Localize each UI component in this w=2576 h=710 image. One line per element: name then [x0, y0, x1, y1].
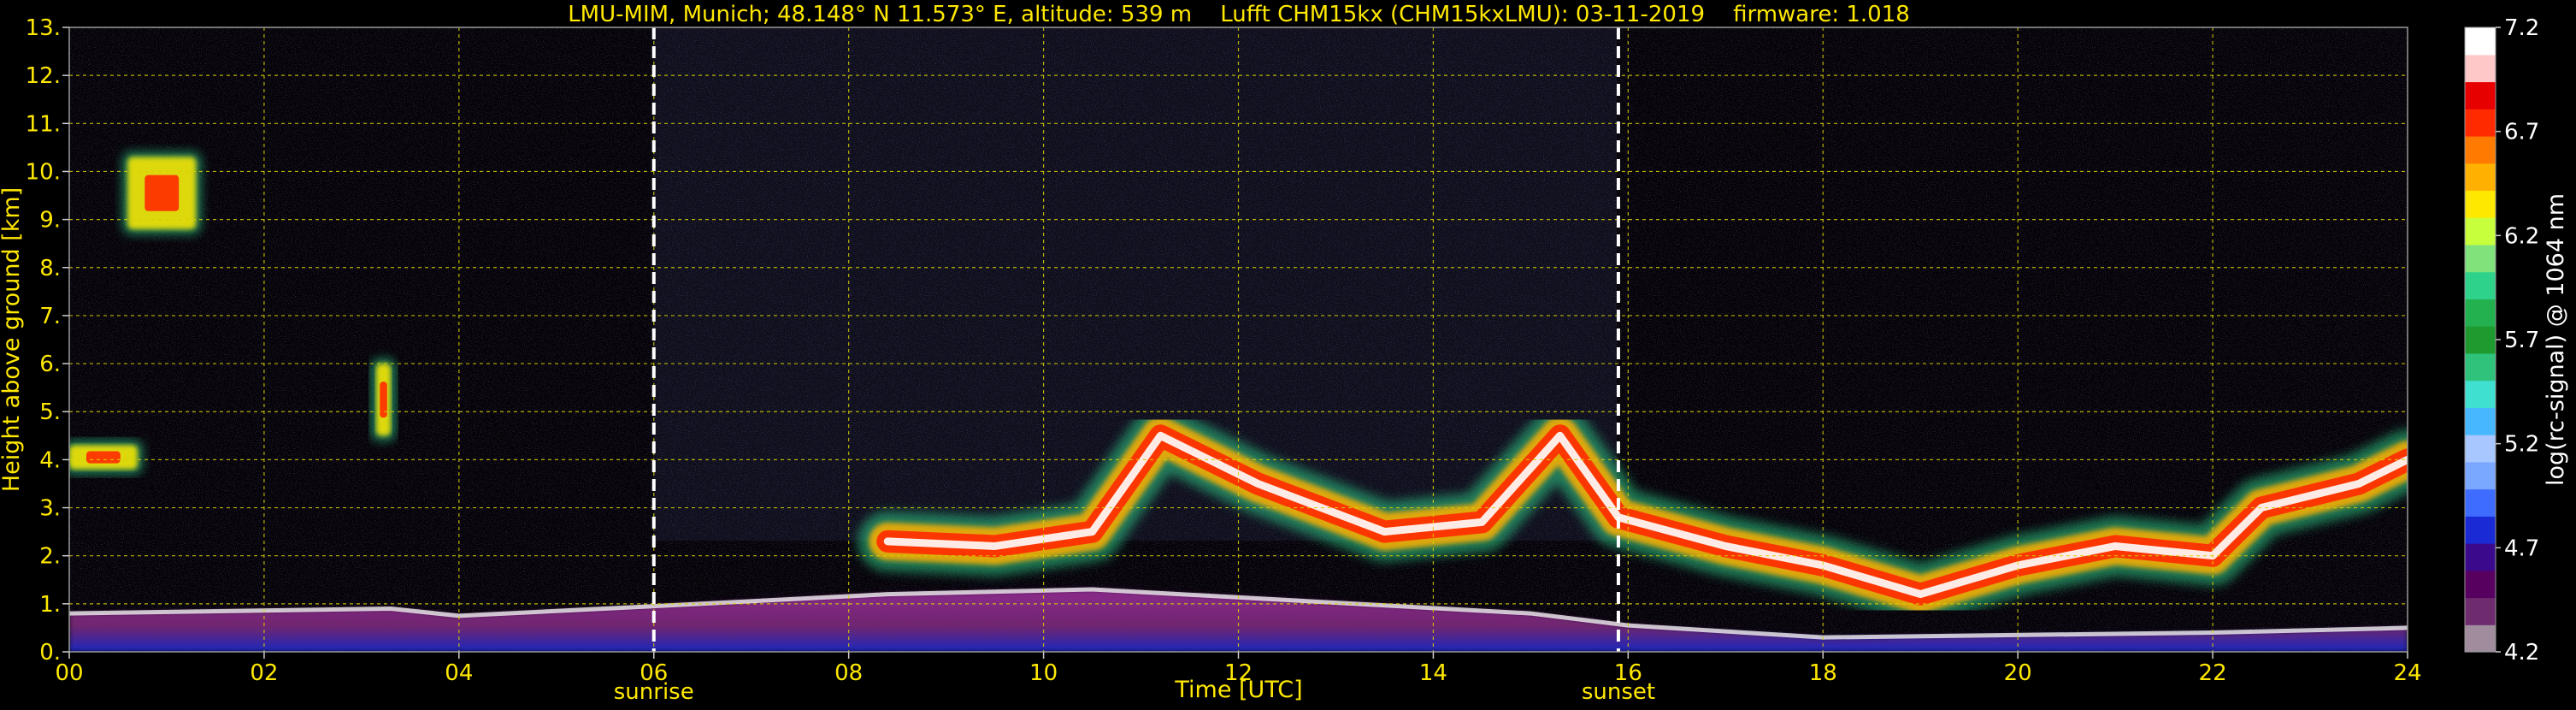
- colorbar-tick-label: 6.7: [2504, 120, 2539, 145]
- ceilometer-chart: sunrise sunset 00 02 04 06 08 10 12 14 16 18 20 22 24…: [0, 2, 2569, 705]
- cloud-core: [85, 451, 121, 464]
- colorbar-segment: [2465, 570, 2496, 599]
- y-tick-label: 12.: [26, 63, 61, 89]
- x-tick-label: 10: [1029, 660, 1058, 686]
- colorbar-segment: [2465, 488, 2496, 517]
- colorbar-segment: [2465, 543, 2496, 571]
- colorbar: 7.2 6.7 6.2 5.7 5.2 4.7 4.2: [2464, 15, 2539, 666]
- cloud-core: [144, 175, 180, 211]
- y-tick-label: 10.: [26, 159, 61, 185]
- colorbar-segment: [2465, 244, 2496, 273]
- x-tick-label: 04: [445, 660, 473, 686]
- colorbar-segment: [2465, 163, 2496, 192]
- colorbar-segment: [2465, 299, 2496, 327]
- y-tick-label: 8.: [39, 256, 61, 281]
- colorbar-segment: [2465, 217, 2496, 246]
- x-tick-label: 16: [1614, 660, 1642, 686]
- colorbar-segment: [2465, 352, 2496, 382]
- y-tick-label: 9.: [39, 208, 61, 234]
- colorbar-segment: [2465, 271, 2496, 299]
- y-tick-label: 0.: [39, 640, 61, 666]
- y-axis-label: Height above ground [km]: [0, 187, 25, 492]
- colorbar-segment: [2465, 54, 2496, 83]
- colorbar-tick-label: 5.7: [2504, 328, 2539, 353]
- y-tick-label: 2.: [39, 544, 61, 570]
- colorbar-segment: [2465, 380, 2496, 408]
- chart-title: LMU-MIM, Munich; 48.148° N 11.573° E, al…: [568, 2, 1910, 27]
- x-tick-label: 02: [250, 660, 278, 686]
- x-tick-label: 06: [640, 660, 668, 686]
- colorbar-label: log(rc-signal) @ 1064 nm: [2543, 193, 2569, 486]
- y-tick-label: 13.: [26, 15, 61, 41]
- x-tick-label: 14: [1419, 660, 1447, 686]
- colorbar-segment: [2465, 407, 2496, 435]
- y-tick-label: 11.: [26, 111, 61, 137]
- colorbar-tick-label: 4.7: [2504, 535, 2539, 561]
- y-tick-label: 1.: [39, 592, 61, 618]
- x-tick-label: 08: [834, 660, 863, 686]
- colorbar-segment: [2465, 516, 2496, 544]
- y-tick-label: 5.: [39, 399, 61, 425]
- colorbar-segment: [2465, 435, 2496, 463]
- colorbar-segment: [2465, 624, 2496, 653]
- colorbar-segment: [2465, 27, 2496, 56]
- y-axis: 0. 1. 2. 3. 4. 5. 6. 7. 8. 9. 10. 11. 12. 13.: [26, 15, 69, 666]
- x-tick-label: 18: [1809, 660, 1837, 686]
- colorbar-segment: [2465, 326, 2496, 354]
- ceilometer-figure: sunrise sunset 00 02 04 06 08 10 12 14 16 18 20 22 24…: [0, 0, 2576, 707]
- colorbar-tick-label: 7.2: [2504, 15, 2539, 41]
- y-tick-label: 6.: [39, 352, 61, 377]
- x-axis-label: Time [UTC]: [1174, 677, 1302, 703]
- colorbar-tick-label: 5.2: [2504, 432, 2539, 458]
- cloud-core: [380, 382, 387, 418]
- colorbar-segment: [2465, 109, 2496, 137]
- y-tick-label: 4.: [39, 447, 61, 473]
- colorbar-segment: [2465, 461, 2496, 490]
- y-tick-label: 7.: [39, 304, 61, 329]
- colorbar-tick-label: 6.2: [2504, 223, 2539, 249]
- y-tick-label: 3.: [39, 496, 61, 522]
- x-tick-label: 20: [2004, 660, 2032, 686]
- colorbar-segment: [2465, 135, 2496, 164]
- colorbar-segment: [2465, 81, 2496, 109]
- colorbar-segment: [2465, 190, 2496, 218]
- colorbar-segment: [2465, 597, 2496, 625]
- colorbar-tick-label: 4.2: [2504, 640, 2539, 666]
- x-tick-label: 24: [2393, 660, 2421, 686]
- x-tick-label: 22: [2199, 660, 2227, 686]
